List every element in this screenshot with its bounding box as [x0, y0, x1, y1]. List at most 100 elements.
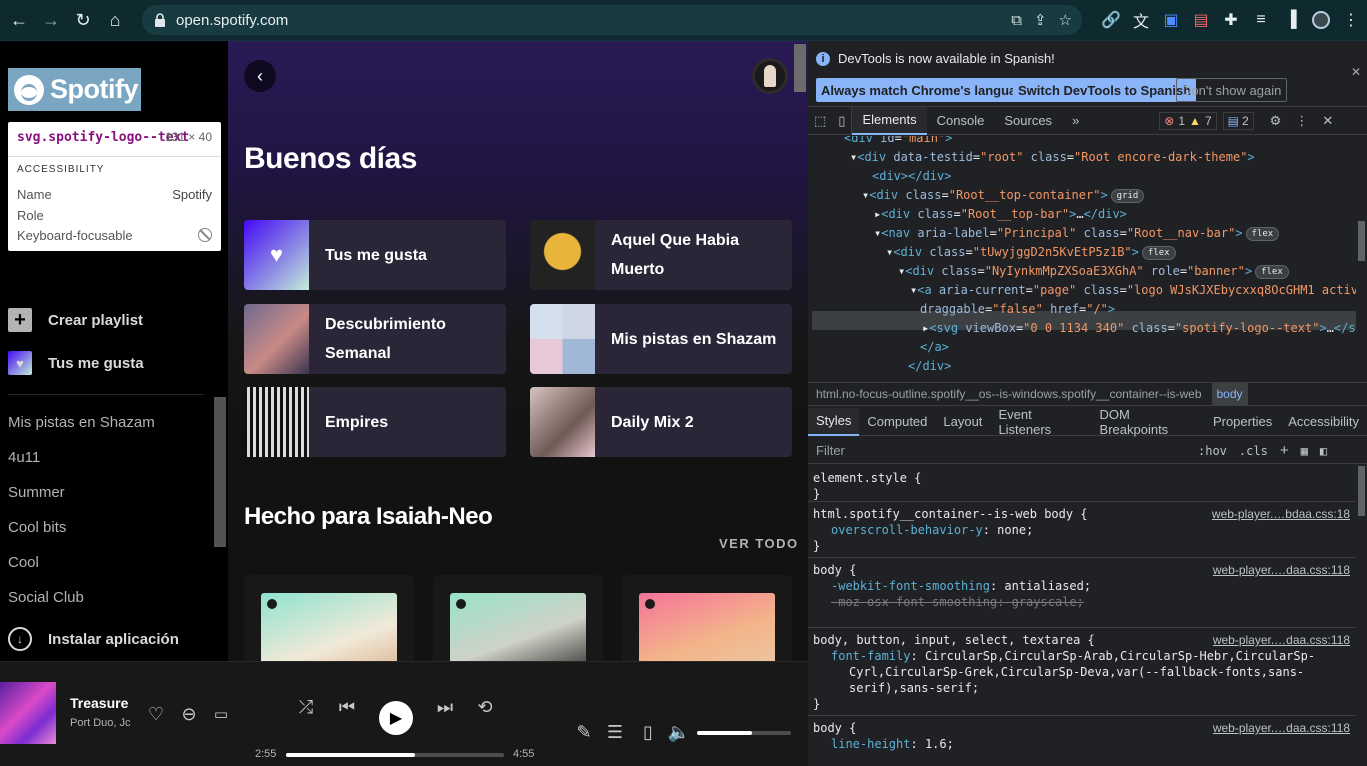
rule-source-link[interactable]: web-player.…daa.css:118: [1213, 562, 1350, 578]
more-options-icon[interactable]: ⋮: [1295, 113, 1308, 129]
track-title[interactable]: Treasure: [70, 695, 128, 711]
more-tabs-icon[interactable]: »: [1062, 107, 1089, 135]
switch-language-button[interactable]: Switch DevTools to Spanish: [1013, 78, 1197, 102]
install-app-button[interactable]: ↓ Instalar aplicación: [8, 627, 179, 651]
new-rule-icon[interactable]: +: [1280, 442, 1289, 459]
tab-accessibility[interactable]: Accessibility: [1280, 408, 1367, 436]
tab-computed[interactable]: Computed: [859, 408, 935, 436]
style-rule[interactable]: body, button, input, select, textarea { …: [808, 628, 1356, 716]
dom-scrollbar[interactable]: [1356, 136, 1367, 376]
reload-icon[interactable]: ↻: [70, 7, 96, 33]
reading-list-icon[interactable]: ≡: [1252, 11, 1270, 29]
dom-node[interactable]: </div>: [908, 357, 951, 376]
shortcut-card[interactable]: Daily Mix 2: [530, 387, 792, 457]
playlist-item[interactable]: Social Club: [8, 589, 84, 606]
link-extension-icon[interactable]: 🔗: [1101, 11, 1121, 29]
create-playlist-button[interactable]: + Crear playlist: [8, 308, 143, 332]
shortcut-card[interactable]: ♥ Tus me gusta: [244, 220, 506, 290]
rule-source-link[interactable]: web-player.…daa.css:118: [1213, 720, 1350, 736]
shortcut-card[interactable]: Descubrimiento Semanal: [244, 304, 506, 374]
tab-dom-breakpoints[interactable]: DOM Breakpoints: [1092, 407, 1205, 437]
track-artist[interactable]: Port Duo, Jc: [70, 717, 132, 729]
previous-icon[interactable]: ⏮: [336, 696, 358, 718]
shortcut-card[interactable]: Aquel Que Habia Muerto: [530, 220, 792, 290]
extension-red-icon[interactable]: ▤: [1192, 11, 1210, 29]
forward-icon[interactable]: →: [38, 7, 64, 33]
home-icon[interactable]: ⌂: [102, 7, 128, 33]
back-icon[interactable]: ←: [6, 7, 32, 33]
main-scrollbar[interactable]: [794, 44, 806, 92]
shuffle-icon[interactable]: ⤮: [295, 696, 317, 718]
flex-badge[interactable]: flex: [1245, 226, 1280, 241]
play-button[interactable]: ▶: [379, 701, 413, 735]
see-all-link[interactable]: VER TODO: [719, 536, 799, 551]
flex-badge[interactable]: flex: [1255, 264, 1289, 279]
dom-node[interactable]: ▸<div class="Root__top-bar">…</div>: [874, 205, 1127, 224]
shortcut-card[interactable]: Empires: [244, 387, 506, 457]
back-button[interactable]: ‹: [244, 60, 276, 92]
now-playing-cover[interactable]: [0, 682, 56, 744]
tab-sources[interactable]: Sources: [994, 107, 1062, 135]
liked-songs-link[interactable]: ♥ Tus me gusta: [8, 351, 144, 375]
dom-node[interactable]: ▾<nav aria-label="Principal" class="Root…: [874, 224, 1280, 243]
microphone-icon[interactable]: ✎: [573, 721, 595, 743]
picture-in-picture-icon[interactable]: ▭: [210, 703, 232, 725]
rule-source-link[interactable]: web-player.…bdaa.css:18: [1212, 506, 1350, 522]
rule-source-link[interactable]: web-player.…daa.css:118: [1213, 632, 1350, 648]
style-rule[interactable]: body { web-player.…daa.css:118 -webkit-f…: [808, 558, 1356, 628]
google-translate-icon[interactable]: ▣: [1162, 11, 1180, 29]
queue-icon[interactable]: ☰: [604, 721, 626, 743]
dom-node[interactable]: draggable="false" href="/">: [920, 300, 1115, 319]
paint-icon[interactable]: ▦: [1301, 444, 1308, 458]
block-icon[interactable]: ⊖: [178, 703, 200, 725]
tab-styles[interactable]: Styles: [808, 407, 860, 436]
user-avatar[interactable]: [752, 58, 788, 94]
connect-device-icon[interactable]: ▯: [637, 721, 659, 743]
style-rule[interactable]: body { web-player.…daa.css:118 line-heig…: [808, 716, 1356, 766]
tab-properties[interactable]: Properties: [1205, 408, 1280, 436]
dom-node[interactable]: ▾<a aria-current="page" class="logo WJsK…: [910, 281, 1356, 300]
style-rule[interactable]: html.spotify__container--is-web body { w…: [808, 502, 1356, 558]
tab-console[interactable]: Console: [927, 107, 995, 135]
styles-scrollbar[interactable]: [1356, 466, 1367, 766]
address-bar[interactable]: open.spotify.com ⧉ ⇪ ☆: [142, 5, 1082, 35]
close-icon[interactable]: ✕: [1351, 65, 1361, 79]
heart-outline-icon[interactable]: ♡: [145, 703, 167, 725]
mix-card[interactable]: [433, 575, 603, 675]
playlist-item[interactable]: Summer: [8, 484, 65, 501]
playlist-item[interactable]: Cool bits: [8, 519, 66, 536]
open-in-app-icon[interactable]: ⧉: [1011, 12, 1022, 29]
flex-badge[interactable]: flex: [1141, 245, 1176, 260]
extensions-puzzle-icon[interactable]: ✚: [1222, 11, 1240, 29]
cls-toggle[interactable]: .cls: [1239, 444, 1268, 458]
settings-gear-icon[interactable]: ⚙: [1270, 113, 1282, 129]
issues-counter[interactable]: ⊗ 1 ▲ 7: [1159, 111, 1217, 130]
tab-event-listeners[interactable]: Event Listeners: [990, 407, 1091, 437]
tab-layout[interactable]: Layout: [935, 408, 990, 436]
dom-node[interactable]: <div></div>: [872, 167, 951, 186]
tab-elements[interactable]: Elements: [852, 106, 927, 135]
playlist-item[interactable]: Cool: [8, 554, 39, 571]
next-icon[interactable]: ⏭: [434, 696, 456, 718]
dont-show-again-button[interactable]: Don't show again: [1176, 78, 1288, 102]
style-rule[interactable]: element.style { }: [808, 466, 1356, 502]
spotify-logo[interactable]: Spotify: [8, 68, 141, 111]
volume-icon[interactable]: 🔈: [668, 721, 690, 743]
inspect-element-icon[interactable]: ⬚: [808, 107, 832, 135]
dom-node[interactable]: </a>: [920, 338, 949, 357]
match-language-button[interactable]: Always match Chrome's language: [816, 78, 1037, 102]
browser-menu-icon[interactable]: ⋮: [1342, 11, 1360, 29]
dom-node-selected[interactable]: ▸<svg viewBox="0 0 1134 340" class="spot…: [922, 319, 1356, 338]
styles-filter-input[interactable]: Filter: [816, 443, 1186, 458]
dom-node[interactable]: ▾<div class="Root__top-container"> grid: [862, 186, 1145, 205]
toggle-sidebar-icon[interactable]: ◧: [1320, 444, 1327, 458]
translate-extension-icon[interactable]: 文: [1132, 11, 1150, 31]
side-panel-icon[interactable]: ▐: [1282, 11, 1300, 29]
grid-badge[interactable]: grid: [1110, 188, 1145, 203]
dom-node[interactable]: ▾<div class="tUwyjggD2n5KvEtP5z1B"> flex: [886, 243, 1176, 262]
hov-toggle[interactable]: :hov: [1198, 444, 1227, 458]
playlist-item[interactable]: 4u11: [8, 449, 40, 466]
playlist-item[interactable]: Mis pistas en Shazam: [8, 414, 155, 431]
breadcrumb-body[interactable]: body: [1211, 383, 1248, 405]
share-icon[interactable]: ⇪: [1034, 11, 1047, 29]
